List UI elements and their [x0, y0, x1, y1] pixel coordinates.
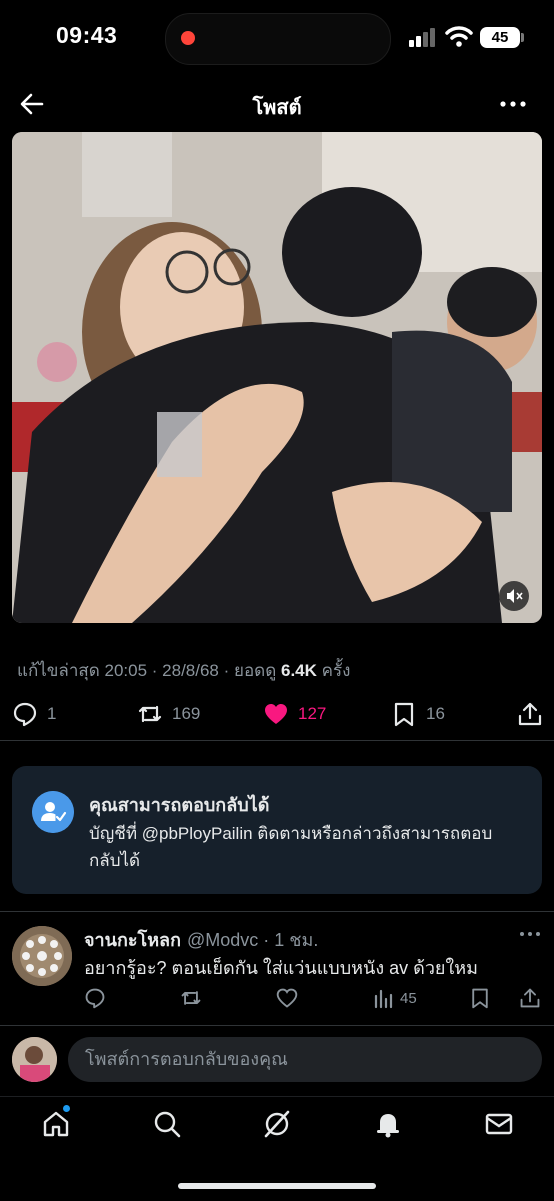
bookmark-icon [394, 702, 414, 727]
divider [0, 1025, 554, 1026]
like-button[interactable]: 127 [263, 701, 326, 727]
reply-count: 1 [47, 704, 57, 723]
share-icon[interactable] [519, 987, 541, 1009]
reply-like-button[interactable] [276, 987, 298, 1009]
repost-button[interactable]: 169 [137, 701, 200, 727]
battery-indicator: 45 [480, 27, 520, 48]
repost-icon [138, 705, 162, 723]
home-icon[interactable] [41, 1109, 71, 1139]
heart-icon [265, 704, 287, 724]
avatar-image [12, 926, 72, 986]
divider [0, 740, 554, 741]
reply-views[interactable]: 45 [373, 987, 417, 1009]
views-icon [374, 989, 393, 1009]
card-title: คุณสามารถตอบกลับได้ [89, 795, 270, 815]
reply-text: อยากรู้อะ? ตอนเย็ดกัน ใส่แว่นแบบหนัง av … [84, 958, 478, 978]
divider [0, 911, 554, 912]
bookmark-count: 16 [426, 704, 445, 723]
reply-reply-button[interactable] [84, 987, 106, 1009]
post-meta: แก้ไขล่าสุด 20:05 · 28/8/68 · ยอดดู 6.4K… [17, 657, 350, 684]
repost-icon [181, 991, 201, 1005]
reply-avatar[interactable] [12, 926, 72, 986]
avatar-image [12, 1037, 57, 1082]
reply-handle: @Modvc · 1 ชม. [187, 930, 319, 950]
reply-button[interactable]: 1 [12, 701, 56, 727]
home-notification-dot [63, 1105, 70, 1112]
dynamic-island [165, 13, 391, 65]
views-suffix: ครั้ง [316, 661, 351, 680]
mail-icon[interactable] [484, 1109, 514, 1139]
reply-more-icon[interactable] [519, 928, 541, 940]
reply-views-count: 45 [400, 989, 417, 1007]
reply-icon [85, 988, 105, 1009]
bookmark-icon[interactable] [469, 987, 491, 1009]
like-count: 127 [298, 704, 327, 723]
user-check-icon [32, 791, 74, 833]
card-body: บัญชีที่ @pbPloyPailin ติดตามหรือกล่าวถึ… [89, 824, 493, 870]
bell-icon[interactable] [373, 1109, 403, 1139]
mute-icon[interactable] [499, 581, 529, 611]
search-icon[interactable] [152, 1109, 182, 1139]
views-count: 6.4K [281, 661, 317, 680]
status-time: 09:43 [56, 22, 118, 48]
recording-indicator [181, 31, 195, 45]
heart-icon [276, 988, 298, 1008]
battery-tip [521, 33, 524, 42]
bookmark-button[interactable]: 16 [391, 701, 445, 727]
reply-author-name: จานกะโหลก [84, 930, 181, 950]
user-avatar[interactable] [12, 1037, 57, 1082]
reply-icon [13, 702, 37, 727]
reply-repost-button[interactable] [180, 987, 202, 1009]
grok-icon[interactable] [262, 1109, 292, 1139]
video-frame [12, 132, 542, 623]
reply-compose-input[interactable]: โพสต์การตอบกลับของคุณ [68, 1037, 542, 1082]
views-prefix: · ยอดดู [218, 661, 281, 680]
home-indicator [178, 1183, 376, 1189]
repost-count: 169 [172, 704, 201, 723]
signal-icon [409, 28, 435, 47]
reply-author[interactable]: จานกะโหลก @Modvc · 1 ชม. [84, 925, 318, 954]
wifi-icon [445, 26, 473, 47]
page-title: โพสต์ [252, 97, 302, 119]
edited-time: แก้ไขล่าสุด 20:05 · 28/8/68 [17, 661, 219, 680]
post-video[interactable] [12, 132, 542, 623]
more-icon[interactable] [498, 92, 528, 116]
share-icon[interactable] [517, 701, 543, 727]
